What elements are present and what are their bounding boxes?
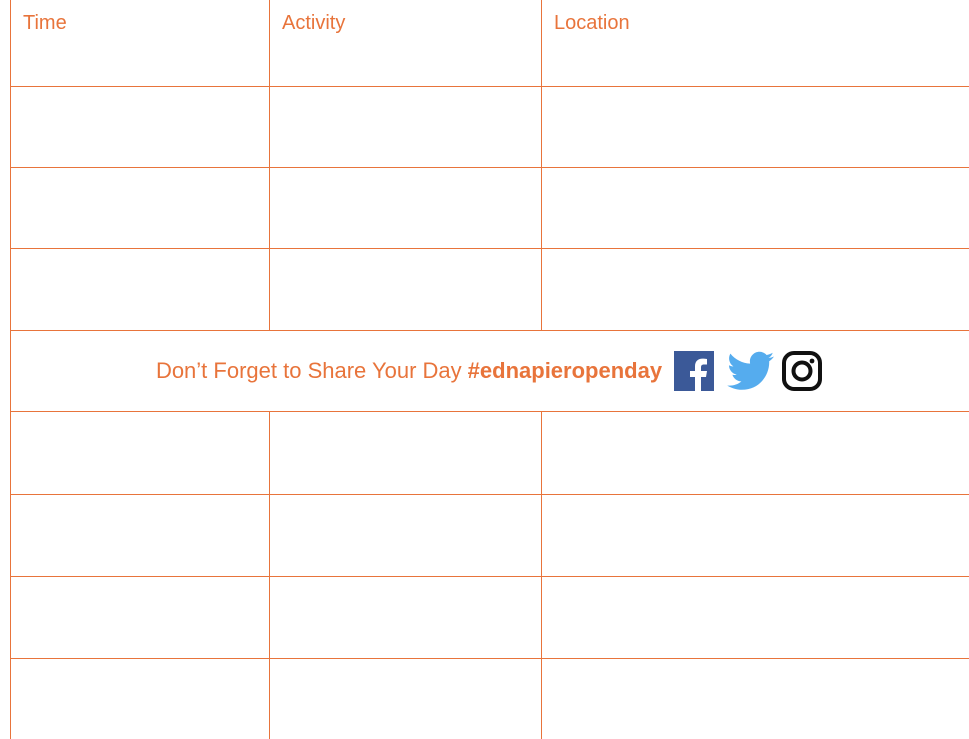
share-text: Don’t Forget to Share Your Day #ednapiero…: [156, 358, 662, 384]
activity-cell[interactable]: [269, 495, 541, 576]
activity-cell[interactable]: [269, 168, 541, 248]
table-row: [10, 411, 969, 494]
location-cell[interactable]: [541, 168, 969, 248]
time-cell[interactable]: [10, 249, 269, 330]
table-row: [10, 167, 969, 248]
table-row: [10, 576, 969, 658]
table-row: [10, 248, 969, 330]
activity-cell[interactable]: [269, 577, 541, 658]
activity-cell[interactable]: [269, 249, 541, 330]
twitter-icon[interactable]: [726, 349, 775, 393]
time-cell[interactable]: [10, 87, 269, 167]
time-header: Time: [23, 12, 67, 34]
share-message: Don’t Forget to Share Your Day: [155, 358, 462, 383]
share-banner: Don’t Forget to Share Your Day #ednapiero…: [10, 330, 969, 411]
time-header-cell: Time: [10, 0, 269, 86]
location-cell[interactable]: [541, 87, 969, 167]
time-cell[interactable]: [10, 168, 269, 248]
activity-cell[interactable]: [269, 659, 541, 739]
schedule-sheet: Time Activity Location Don’t Forget to S…: [10, 0, 969, 739]
location-header-cell: Location: [541, 0, 969, 86]
location-cell[interactable]: [541, 249, 969, 330]
table-header-row: Time Activity Location: [10, 0, 969, 86]
facebook-icon[interactable]: [672, 349, 716, 393]
location-header: Location: [554, 12, 630, 34]
location-cell[interactable]: [541, 577, 969, 658]
table-row: [10, 86, 969, 167]
time-cell[interactable]: [10, 495, 269, 576]
instagram-icon[interactable]: [780, 349, 824, 393]
table-row: [10, 658, 969, 739]
time-cell[interactable]: [10, 412, 269, 494]
activity-cell[interactable]: [269, 87, 541, 167]
table-row: [10, 494, 969, 576]
location-cell[interactable]: [541, 412, 969, 494]
activity-header: Activity: [282, 12, 346, 34]
location-cell[interactable]: [541, 659, 969, 739]
location-cell[interactable]: [541, 495, 969, 576]
time-cell[interactable]: [10, 659, 269, 739]
activity-header-cell: Activity: [269, 0, 541, 86]
time-cell[interactable]: [10, 577, 269, 658]
activity-cell[interactable]: [269, 412, 541, 494]
hashtag: #ednapieropenday: [467, 358, 663, 383]
